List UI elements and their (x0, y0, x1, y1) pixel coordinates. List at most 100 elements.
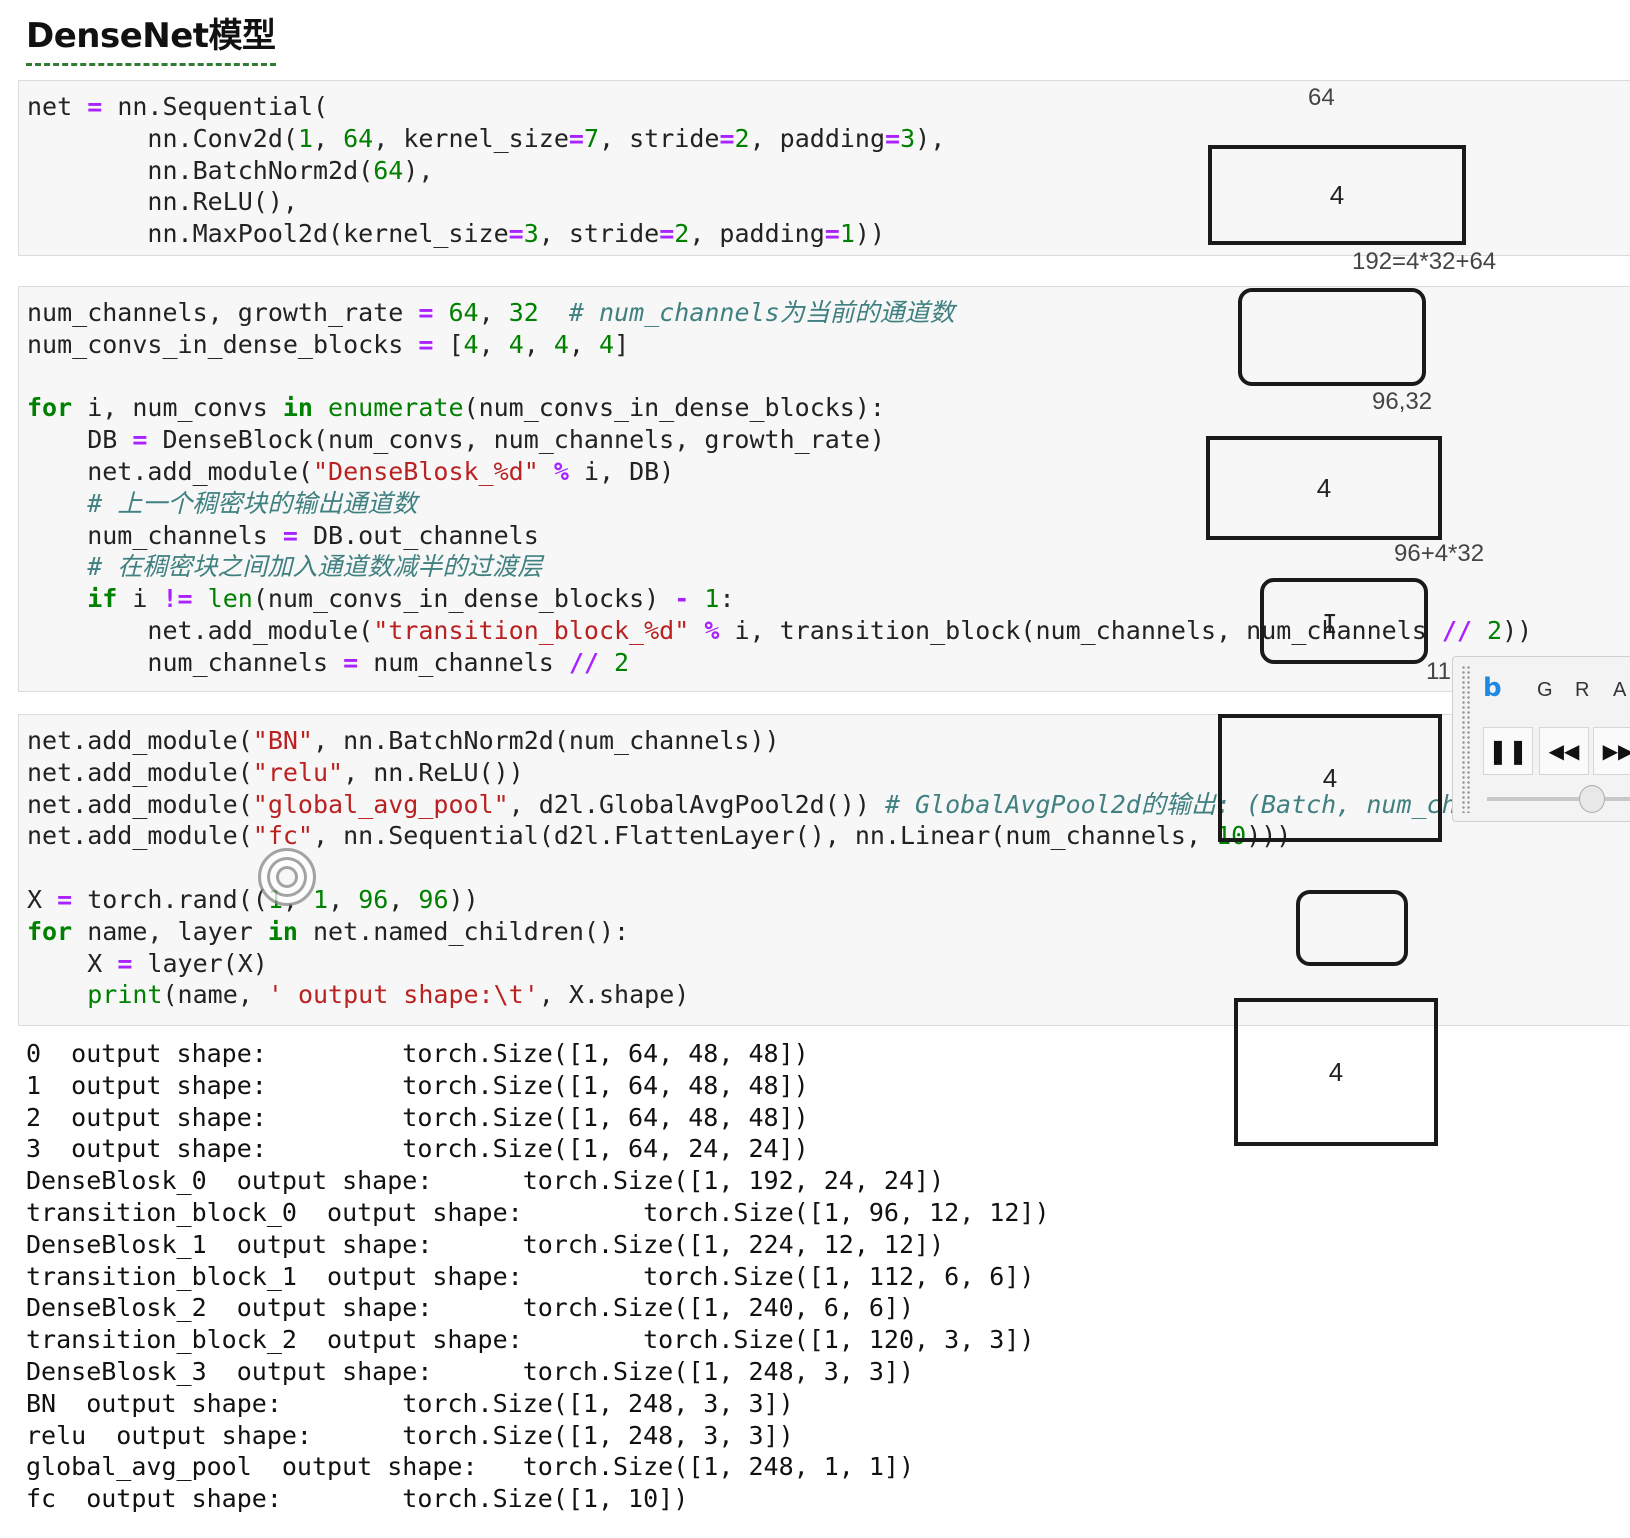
code-token: 4 (463, 329, 479, 359)
code-token: 32 (508, 298, 539, 327)
annotation-box-1: 4 (1208, 145, 1466, 245)
recorder-menu-a[interactable]: A (1613, 679, 1626, 702)
playback-slider-knob[interactable] (1579, 785, 1605, 813)
code-token: , stride (538, 219, 660, 249)
code-token: = (57, 884, 73, 914)
code-token: 4 (599, 329, 615, 359)
playback-slider[interactable] (1487, 797, 1630, 801)
output-line: 3 output shape: torch.Size([1, 64, 24, 2… (26, 1134, 809, 1164)
recorder-logo-icon: b (1483, 673, 1502, 703)
code-token: - (674, 584, 690, 614)
code-token: )) (1502, 615, 1533, 645)
recorder-menu-r[interactable]: R (1575, 679, 1589, 702)
recorder-widget[interactable]: b G R A ❚❚ ◀◀ ▶▶ (1452, 656, 1630, 822)
code-token: len (207, 584, 253, 614)
code-token: 64 (373, 155, 404, 185)
code-token: , padding (749, 123, 886, 153)
annotation-label-96-4-32: 96+4*32 (1394, 540, 1485, 567)
code-token: , (313, 123, 344, 153)
code-token: if (87, 584, 118, 614)
code-token: , (478, 298, 509, 327)
code-token: % (704, 615, 720, 645)
code-token: = (885, 123, 901, 153)
pause-button[interactable]: ❚❚ (1483, 727, 1533, 775)
annotation-box-label: 4 (1328, 1056, 1344, 1087)
code-line: for i, num_convs in enumerate(num_convs_… (27, 393, 885, 422)
code-token: num_convs_in_dense_blocks (27, 329, 419, 359)
annotation-label-96-32: 96,32 (1372, 388, 1433, 415)
code-token: , nn.Sequential(d2l.FlattenLayer(), nn.L… (313, 821, 1217, 851)
code-line: net.add_module("fc", nn.Sequential(d2l.F… (27, 821, 1291, 850)
code-token: i, DB) (568, 456, 675, 486)
output-line: BN output shape: torch.Size([1, 248, 3, … (26, 1388, 794, 1418)
code-token: ] (614, 329, 630, 359)
annotation-box-2 (1238, 288, 1426, 386)
code-token: X (27, 948, 118, 978)
code-token: = (418, 298, 434, 327)
code-token: DB (27, 425, 133, 455)
output-line: 1 output shape: torch.Size([1, 64, 48, 4… (26, 1070, 809, 1100)
code-token: 96 (418, 884, 449, 914)
output-line: fc output shape: torch.Size([1, 10]) (26, 1484, 689, 1514)
code-token: % (553, 456, 569, 486)
forward-button[interactable]: ▶▶ (1593, 727, 1630, 775)
code-line: net.add_module("relu", nn.ReLU()) (27, 758, 524, 787)
code-token: num_channels (27, 647, 344, 677)
annotation-box-label: 4 (1322, 762, 1338, 793)
code-token: for (27, 916, 73, 946)
code-token: 64 (448, 298, 479, 327)
annotation-label-11: 11 (1426, 658, 1451, 685)
code-token: 96 (358, 884, 389, 914)
code-token: 2 (734, 123, 750, 153)
code-token: nn.Sequential( (102, 92, 329, 121)
code-token: net (27, 92, 88, 121)
code-token: 64 (343, 123, 374, 153)
code-token: name, layer (72, 916, 268, 946)
recorder-menu-g[interactable]: G (1537, 679, 1553, 702)
code-token: # num_channels为当前的通道数 (568, 298, 955, 327)
code-token: num_channels, growth_rate (27, 298, 419, 327)
code-token: net.add_module( (27, 726, 253, 755)
code-token: , nn.ReLU()) (343, 757, 524, 787)
annotation-box-5: 4 (1218, 714, 1442, 842)
code-line: # 上一个稠密块的输出通道数 (27, 489, 417, 518)
code-token: 1 (839, 219, 855, 249)
code-token: = (418, 329, 434, 359)
code-token: print (87, 980, 163, 1010)
code-token: (num_convs_in_dense_blocks): (463, 393, 885, 423)
code-token: DenseBlock(num_convs, num_channels, grow… (147, 425, 885, 455)
output-line: transition_block_2 output shape: torch.S… (26, 1325, 1035, 1355)
click-indicator (258, 848, 316, 906)
code-line: DB = DenseBlock(num_convs, num_channels,… (27, 425, 885, 454)
annotation-label-64: 64 (1308, 84, 1335, 111)
code-token: "DenseBlosk_%d" (312, 456, 539, 486)
code-token: num_channels (358, 647, 569, 677)
code-token: [ (433, 329, 464, 359)
code-token: : (719, 584, 735, 614)
code-token: )) (854, 219, 886, 249)
code-token: "relu" (252, 757, 344, 787)
code-token: = (568, 123, 584, 153)
code-line: net.add_module("BN", nn.BatchNorm2d(num_… (27, 726, 780, 755)
code-token: , (328, 884, 359, 914)
code-line: num_convs_in_dense_blocks = [4, 4, 4, 4] (27, 330, 629, 359)
code-token: ), (403, 155, 434, 185)
rewind-button[interactable]: ◀◀ (1539, 727, 1589, 775)
output-line: DenseBlosk_1 output shape: torch.Size([1… (26, 1229, 945, 1259)
output-line: transition_block_1 output shape: torch.S… (26, 1261, 1035, 1291)
rewind-icon: ◀◀ (1548, 739, 1580, 763)
code-line: print(name, ' output shape:\t', X.shape) (27, 980, 689, 1009)
drag-handle[interactable] (1461, 665, 1471, 813)
code-token: // (568, 647, 599, 677)
code-token: i (117, 584, 163, 614)
code-token: 4 (553, 329, 569, 359)
code-token: = (824, 219, 840, 249)
annotation-box-3: 4 (1206, 436, 1442, 540)
code-token: 7 (583, 123, 600, 153)
code-line: nn.ReLU(), (27, 187, 298, 216)
code-token: 1 (704, 584, 720, 614)
code-token: 2 (614, 647, 630, 677)
